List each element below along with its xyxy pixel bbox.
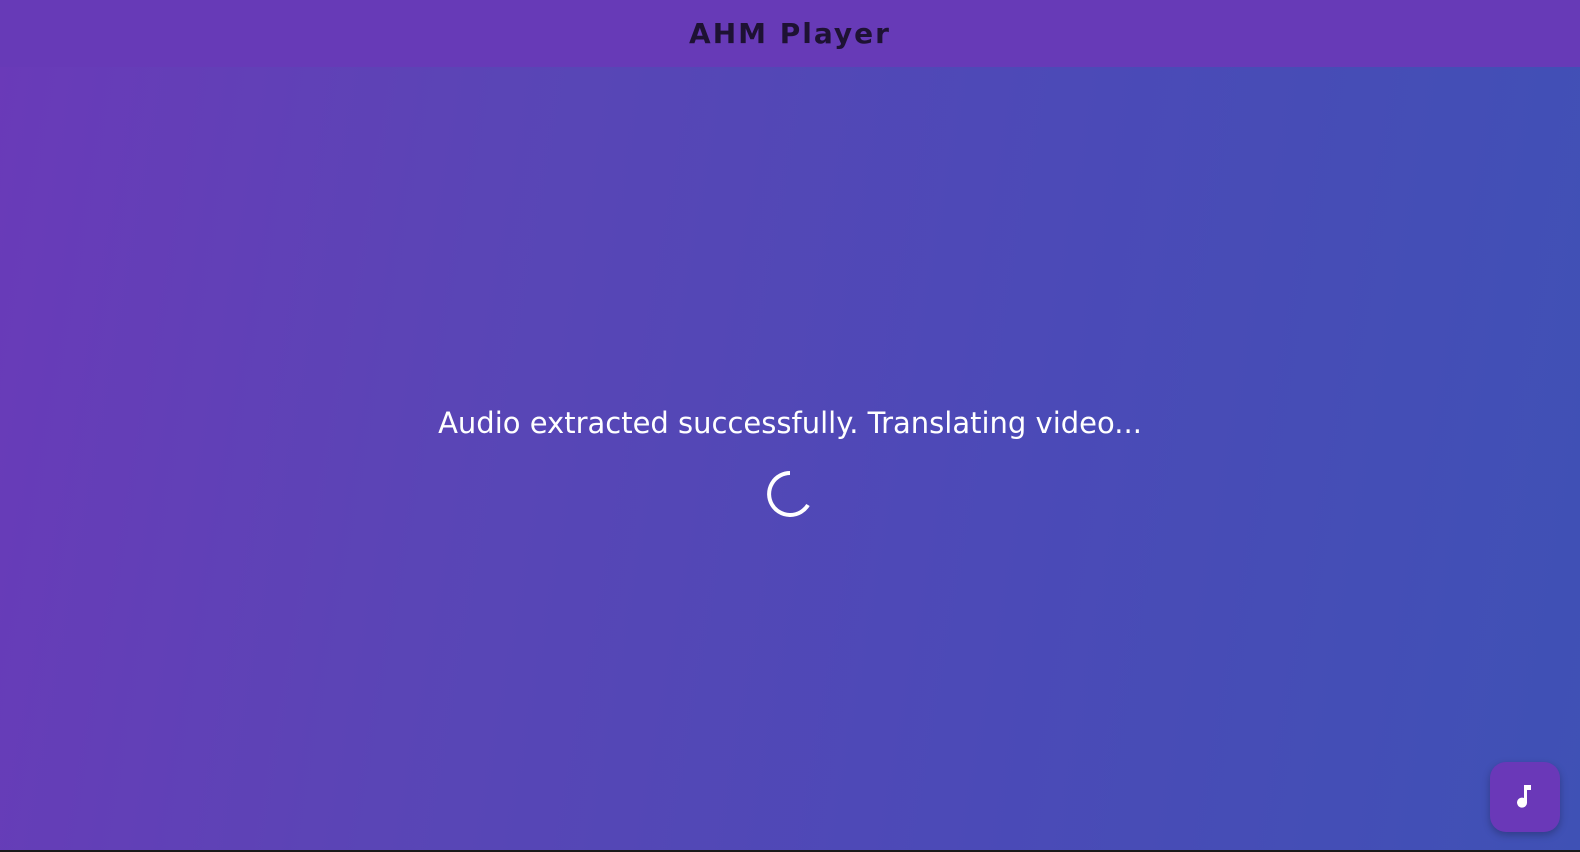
- app-title: AHM Player: [689, 17, 891, 50]
- music-button[interactable]: [1490, 762, 1560, 832]
- app-window: AHM Player Audio extracted successfully.…: [0, 0, 1580, 850]
- loading-spinner-icon: [765, 469, 815, 519]
- status-message: Audio extracted successfully. Translatin…: [438, 406, 1142, 440]
- status-panel: Audio extracted successfully. Translatin…: [0, 398, 1580, 519]
- music-note-icon: [1514, 783, 1536, 812]
- app-bar: AHM Player: [0, 0, 1580, 67]
